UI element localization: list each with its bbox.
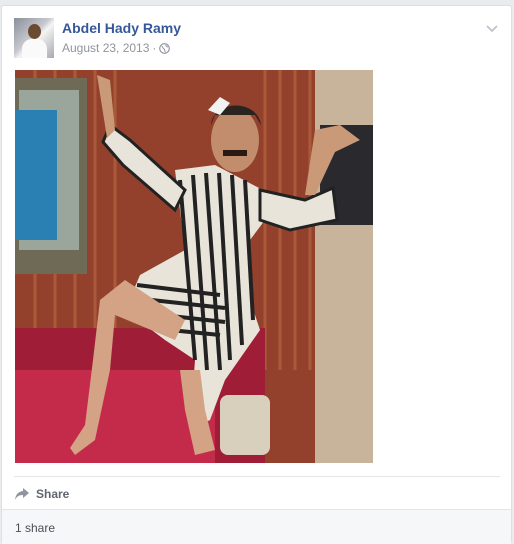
post-photo[interactable] [15, 70, 373, 463]
globe-icon[interactable] [159, 43, 171, 57]
avatar-shirt [22, 39, 47, 58]
share-count[interactable]: 1 share [15, 521, 55, 535]
post-meta: August 23, 2013 · [62, 41, 171, 57]
post-card: Abdel Hady Ramy August 23, 2013 · Share … [1, 5, 512, 544]
author-name[interactable]: Abdel Hady Ramy [62, 20, 181, 36]
post-footer: 1 share [2, 509, 511, 544]
share-label: Share [36, 487, 70, 501]
post-header: Abdel Hady Ramy August 23, 2013 · [14, 18, 500, 60]
meta-separator: · [152, 41, 157, 55]
share-button[interactable]: Share [14, 484, 69, 504]
action-divider [14, 476, 500, 477]
chevron-down-icon[interactable] [484, 20, 500, 36]
share-arrow-icon [15, 488, 29, 500]
post-date[interactable]: August 23, 2013 [62, 41, 149, 55]
avatar-head [28, 24, 41, 39]
avatar[interactable] [14, 18, 54, 58]
